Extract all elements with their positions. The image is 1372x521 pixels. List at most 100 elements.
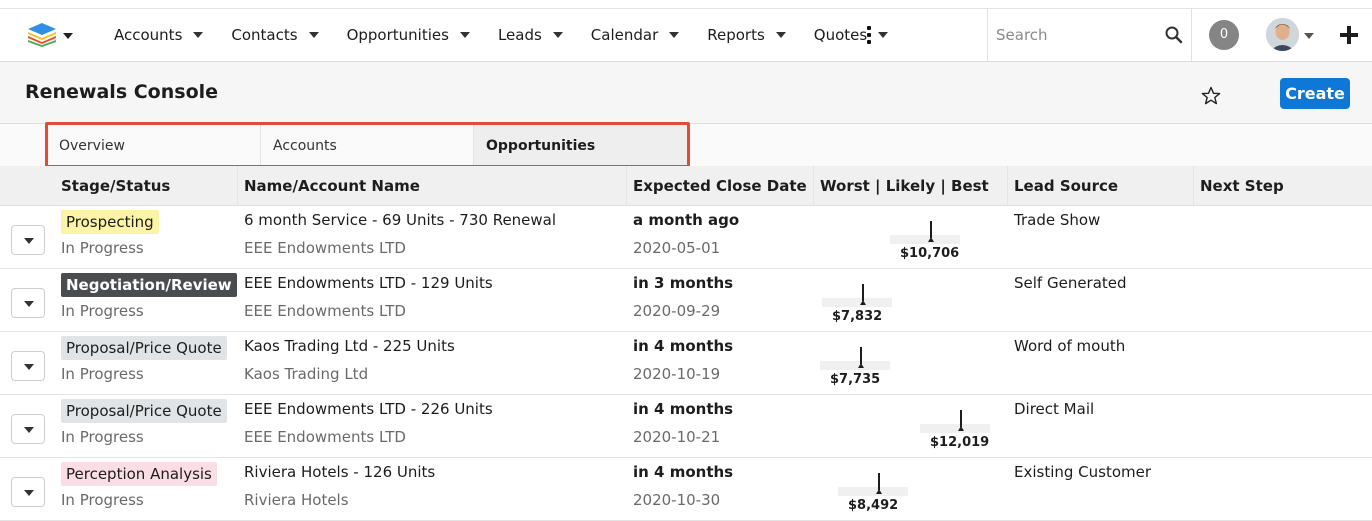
row-actions-dropdown[interactable] (11, 351, 45, 381)
column-header-close-date[interactable]: Expected Close Date (627, 166, 814, 206)
nav-label: Quotes (813, 26, 868, 44)
status-text: In Progress (61, 302, 144, 320)
opportunity-name-link[interactable]: 6 month Service - 69 Units - 730 Renewal (244, 211, 556, 229)
chevron-down-icon[interactable] (669, 32, 680, 38)
star-outline-icon[interactable] (1201, 86, 1221, 106)
plus-icon[interactable] (1338, 24, 1360, 46)
main-nav: Accounts Contacts Opportunities Leads Ca… (114, 9, 916, 61)
stage-badge: Prospecting (61, 210, 159, 234)
forecast-range-chart: $10,706 (819, 211, 1007, 263)
nav-opportunities[interactable]: Opportunities (347, 26, 470, 44)
lead-source-text: Trade Show (1014, 211, 1101, 229)
opportunity-name-link[interactable]: EEE Endowments LTD - 129 Units (244, 274, 493, 292)
nav-label: Leads (497, 26, 542, 44)
nav-quotes[interactable]: Quotes (813, 26, 889, 44)
likely-pointer-icon (876, 489, 882, 494)
nav-leads[interactable]: Leads (498, 26, 563, 44)
account-name-link[interactable]: EEE Endowments LTD (244, 428, 406, 446)
close-date-text: 2020-10-21 (633, 428, 721, 446)
create-button[interactable]: Create (1280, 78, 1350, 109)
close-date-text: 2020-10-30 (633, 491, 721, 509)
chevron-down-icon[interactable] (63, 33, 73, 39)
forecast-band (822, 298, 892, 307)
opportunity-name-link[interactable]: Kaos Trading Ltd - 225 Units (244, 337, 455, 355)
status-text: In Progress (61, 491, 144, 509)
lead-source-text: Direct Mail (1014, 400, 1095, 418)
table-row[interactable]: Negotiation/Review In Progress EEE Endowme… (0, 269, 1372, 332)
likely-marker (930, 221, 932, 238)
account-name-link[interactable]: Riviera Hotels (244, 491, 349, 509)
likely-pointer-icon (858, 363, 864, 368)
chevron-down-icon[interactable] (193, 32, 204, 38)
close-date-text: 2020-10-19 (633, 365, 721, 383)
row-actions-dropdown[interactable] (11, 414, 45, 444)
avatar[interactable] (1266, 18, 1299, 51)
page-header: Renewals Console Create (0, 62, 1372, 124)
tab-accounts[interactable]: Accounts (261, 124, 474, 166)
column-header-forecast[interactable]: Worst | Likely | Best (814, 166, 1008, 206)
column-header-name[interactable]: Name/Account Name (238, 166, 627, 206)
lead-source-text: Word of mouth (1014, 337, 1126, 355)
likely-value: $8,492 (848, 498, 899, 513)
column-header-stage-status[interactable]: Stage/Status (55, 166, 238, 206)
search-input[interactable] (996, 23, 1156, 47)
forecast-band (890, 235, 960, 244)
row-actions-dropdown[interactable] (11, 288, 45, 318)
stage-badge: Proposal/Price Quote (61, 336, 227, 360)
account-name-link[interactable]: Kaos Trading Ltd (244, 365, 368, 383)
account-name-link[interactable]: EEE Endowments LTD (244, 302, 406, 320)
chevron-down-icon[interactable] (1304, 33, 1314, 39)
top-navigation-bar: Accounts Contacts Opportunities Leads Ca… (0, 8, 1372, 62)
notification-badge[interactable]: 0 (1209, 20, 1239, 50)
status-text: In Progress (61, 365, 144, 383)
console-tabs: Overview Accounts Opportunities (0, 124, 1372, 166)
opportunity-name-link[interactable]: EEE Endowments LTD - 226 Units (244, 400, 493, 418)
likely-pointer-icon (860, 300, 866, 305)
close-date-text: 2020-09-29 (633, 302, 721, 320)
tab-opportunities[interactable]: Opportunities (474, 124, 688, 166)
column-header-lead-source[interactable]: Lead Source (1008, 166, 1194, 206)
global-search (987, 9, 1192, 61)
close-date-text: 2020-05-01 (633, 239, 721, 257)
close-relative-text: in 4 months (633, 400, 734, 418)
nav-label: Accounts (114, 26, 183, 44)
chevron-down-icon[interactable] (459, 32, 470, 38)
nav-accounts[interactable]: Accounts (114, 26, 204, 44)
chevron-down-icon[interactable] (878, 32, 889, 38)
vertical-ellipsis-icon[interactable] (867, 26, 871, 44)
likely-marker (862, 284, 864, 301)
nav-label: Reports (707, 26, 765, 44)
table-row[interactable]: Perception Analysis In Progress Riviera Ho… (0, 458, 1372, 521)
opportunity-name-link[interactable]: Riviera Hotels - 126 Units (244, 463, 435, 481)
likely-value: $7,832 (832, 309, 883, 324)
stage-badge: Perception Analysis (61, 462, 217, 486)
account-name-link[interactable]: EEE Endowments LTD (244, 239, 406, 257)
column-header-next-step[interactable]: Next Step (1194, 166, 1372, 206)
tab-overview[interactable]: Overview (47, 124, 261, 166)
close-relative-text: in 3 months (633, 274, 734, 292)
likely-value: $10,706 (900, 246, 960, 261)
nav-reports[interactable]: Reports (707, 26, 786, 44)
stage-badge: Proposal/Price Quote (61, 399, 227, 423)
chevron-down-icon[interactable] (775, 32, 786, 38)
status-text: In Progress (61, 428, 144, 446)
table-row[interactable]: Prospecting In Progress 6 month Service - … (0, 206, 1372, 269)
table-row[interactable]: Proposal/Price Quote In Progress EEE Endow… (0, 395, 1372, 458)
forecast-range-chart: $7,832 (819, 274, 1007, 326)
table-row[interactable]: Proposal/Price Quote In Progress Kaos Trad… (0, 332, 1372, 395)
close-relative-text: a month ago (633, 211, 740, 229)
search-icon[interactable] (1164, 25, 1184, 45)
lead-source-text: Existing Customer (1014, 463, 1152, 481)
likely-marker (860, 347, 862, 364)
nav-calendar[interactable]: Calendar (591, 26, 680, 44)
row-actions-dropdown[interactable] (11, 225, 45, 255)
nav-contacts[interactable]: Contacts (231, 26, 319, 44)
forecast-band (920, 424, 990, 433)
chevron-down-icon[interactable] (308, 32, 319, 38)
row-actions-dropdown[interactable] (11, 477, 45, 507)
chevron-down-icon[interactable] (552, 32, 563, 38)
user-avatar-icon (1266, 18, 1299, 51)
nav-label: Opportunities (346, 26, 449, 44)
stacked-cubes-logo-icon[interactable] (28, 23, 56, 47)
likely-marker (960, 410, 962, 427)
